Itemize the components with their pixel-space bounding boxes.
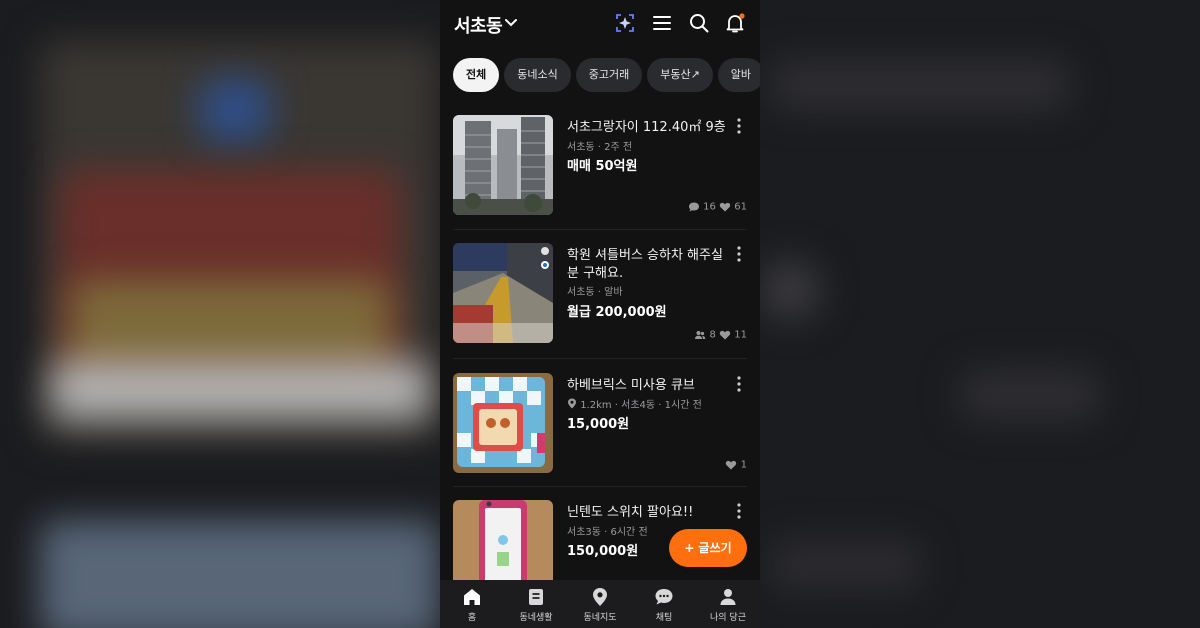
- nav-my-page[interactable]: 나의 당근: [696, 586, 760, 623]
- item-stats: 8 11: [694, 329, 747, 341]
- app-screen: 서초동 전체 동네소식 중고거래 부동산↗ 알바 서초그랑자이 112.40㎡ …: [440, 0, 760, 628]
- chat-icon: [655, 589, 673, 605]
- list-item[interactable]: 서초그랑자이 112.40㎡ 9층 서초동 · 2주 전 매매 50억원 16 …: [453, 115, 747, 227]
- ai-sparkle-icon[interactable]: [614, 12, 636, 34]
- chat-count: 16: [703, 201, 716, 213]
- category-chips: 전체 동네소식 중고거래 부동산↗ 알바: [453, 58, 760, 92]
- location-pin-icon: [568, 398, 576, 409]
- nav-label: 홈: [467, 613, 477, 623]
- item-price: 매매 50억원: [567, 159, 638, 174]
- like-count: 11: [734, 329, 747, 341]
- more-options-icon[interactable]: [731, 245, 747, 263]
- item-price: 15,000원: [567, 417, 630, 432]
- board-icon: [529, 589, 543, 605]
- item-title: 하베브릭스 미사용 큐브: [567, 378, 695, 393]
- item-meta: 서초동 · 알바: [567, 287, 623, 298]
- people-icon: [695, 331, 706, 339]
- write-post-button[interactable]: + 글쓰기: [669, 529, 747, 567]
- location-selector[interactable]: 서초동: [454, 12, 503, 38]
- more-options-icon[interactable]: [731, 117, 747, 135]
- menu-icon[interactable]: [651, 12, 673, 34]
- search-icon[interactable]: [688, 12, 710, 34]
- divider: [453, 358, 747, 359]
- street-view-thumbnail: [453, 243, 553, 343]
- list-item[interactable]: 학원 셔틀버스 승하차 해주실분 구해요. 서초동 · 알바 월급 200,00…: [453, 243, 747, 355]
- item-meta: 서초3동 · 6시간 전: [567, 527, 648, 538]
- map-pin-icon: [593, 588, 607, 606]
- bottom-navigation: 홈 동네생활 동네지도 채팅 나의 당근: [440, 580, 760, 628]
- more-options-icon[interactable]: [731, 502, 747, 520]
- list-item[interactable]: 하베브릭스 미사용 큐브 1.2km · 서초4동 · 1시간 전 15,000…: [453, 373, 747, 485]
- person-icon: [720, 589, 736, 605]
- chat-count-icon: [688, 202, 699, 212]
- chip-all[interactable]: 전체: [453, 58, 500, 92]
- nav-label: 나의 당근: [710, 613, 746, 623]
- item-meta: 서초동 · 2주 전: [567, 142, 633, 153]
- like-count: 61: [734, 201, 747, 213]
- notification-bell-icon[interactable]: [724, 12, 746, 34]
- nav-label: 채팅: [655, 613, 673, 623]
- more-options-icon[interactable]: [731, 375, 747, 393]
- toy-cube-thumbnail: [453, 373, 553, 473]
- chip-secondhand[interactable]: 중고거래: [575, 58, 643, 92]
- nav-label: 동네생활: [519, 613, 553, 623]
- top-bar: 서초동: [440, 0, 760, 46]
- applicant-count: 8: [709, 329, 716, 341]
- item-title: 서초그랑자이 112.40㎡ 9층: [567, 120, 726, 135]
- chip-neighborhood-news[interactable]: 동네소식: [504, 58, 571, 92]
- chip-real-estate[interactable]: 부동산↗: [647, 58, 713, 92]
- nav-community[interactable]: 동네생활: [504, 586, 568, 623]
- item-stats: 1: [725, 459, 747, 471]
- item-title: 닌텐도 스위치 팔아요!!: [567, 505, 694, 520]
- item-price: 월급 200,000원: [567, 305, 667, 320]
- item-stats: 16 61: [688, 201, 747, 213]
- item-meta-text: 1.2km · 서초4동 · 1시간 전: [580, 400, 702, 411]
- like-count: 1: [740, 459, 747, 471]
- nav-map[interactable]: 동네지도: [568, 586, 632, 623]
- item-title: 학원 셔틀버스 승하차 해주실분 구해요.: [567, 248, 723, 281]
- chevron-down-icon[interactable]: [504, 15, 518, 29]
- heart-icon: [719, 202, 731, 212]
- item-price: 150,000원: [567, 544, 639, 559]
- nav-label: 동네지도: [583, 613, 617, 623]
- divider: [453, 486, 747, 487]
- nav-chat[interactable]: 채팅: [632, 586, 696, 623]
- chip-part-time[interactable]: 알바: [717, 58, 760, 92]
- nav-home[interactable]: 홈: [440, 586, 504, 623]
- heart-icon: [719, 330, 731, 340]
- apartment-thumbnail: [453, 115, 553, 215]
- item-meta: 1.2km · 서초4동 · 1시간 전: [567, 396, 702, 411]
- home-icon: [464, 589, 480, 605]
- heart-icon: [726, 460, 737, 470]
- divider: [453, 229, 747, 230]
